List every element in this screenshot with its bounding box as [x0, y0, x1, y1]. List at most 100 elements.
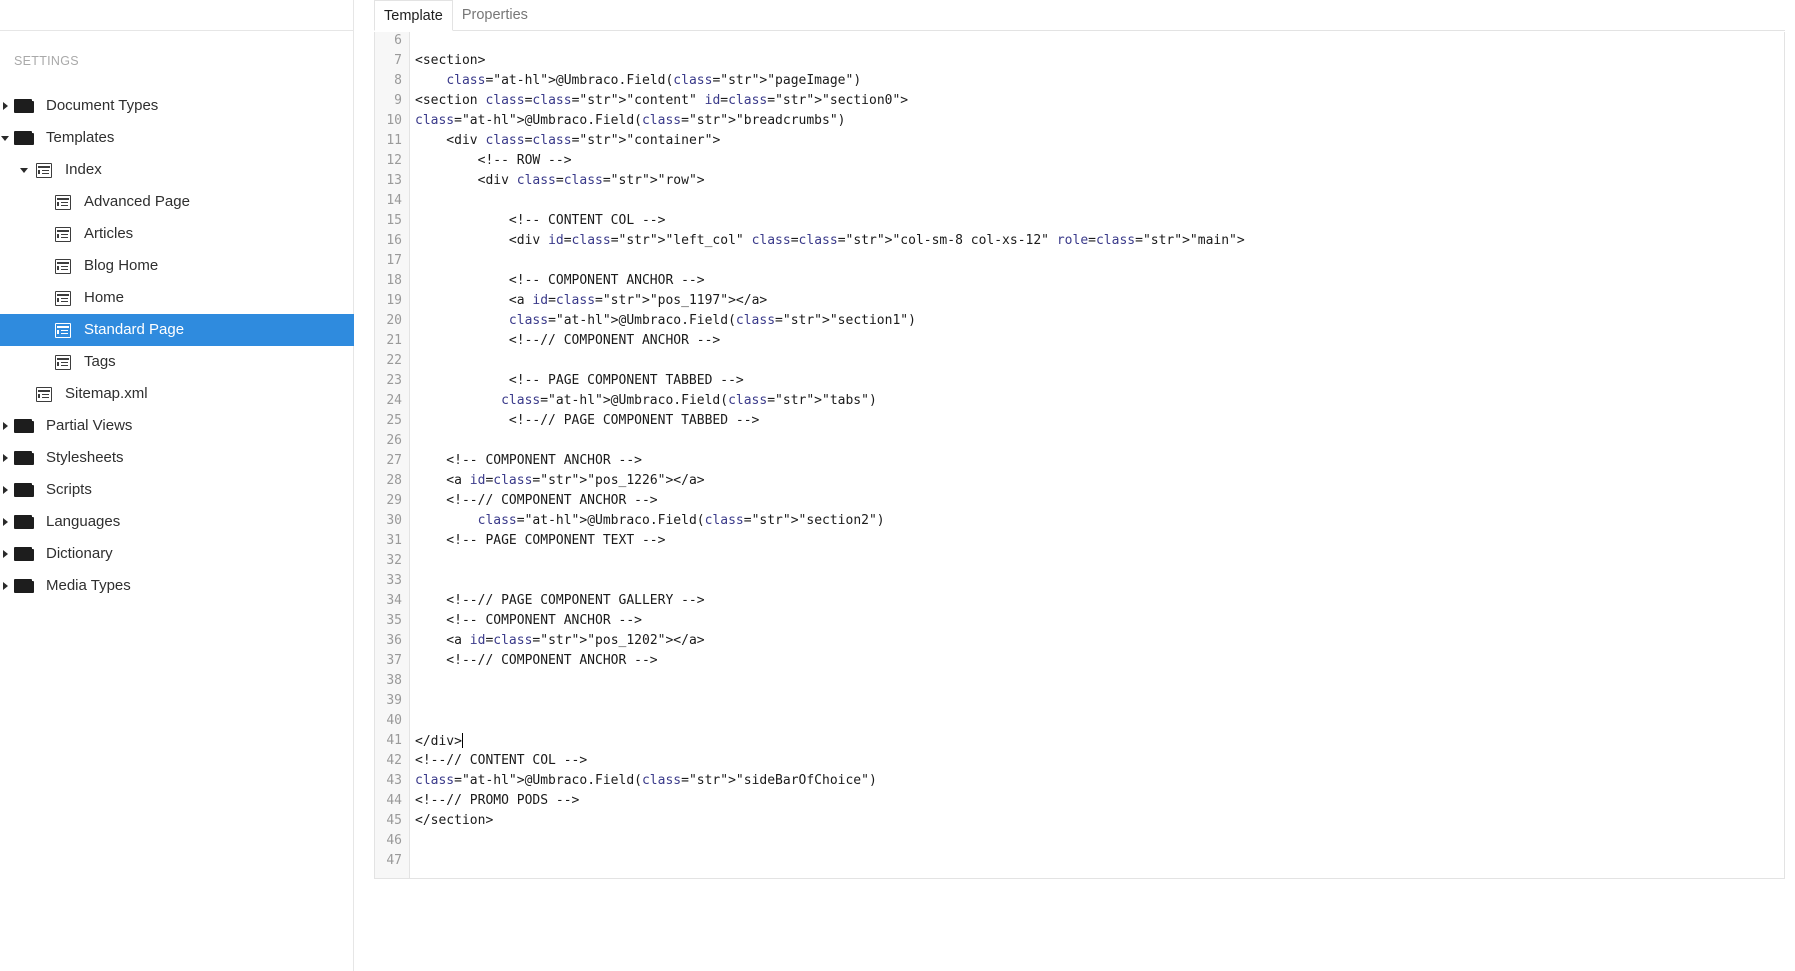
- caret-down-icon[interactable]: [1, 136, 9, 141]
- line-number: 25: [386, 413, 402, 428]
- code-line[interactable]: <div class=class="str">"container">: [415, 133, 720, 148]
- line-number: 28: [386, 473, 402, 488]
- tree-item-partial-views[interactable]: Partial Views: [0, 410, 354, 442]
- tree-item-label: Templates: [46, 129, 115, 146]
- tab-properties[interactable]: Properties: [453, 0, 537, 31]
- tab-template[interactable]: Template: [374, 0, 453, 31]
- line-number: 30: [386, 513, 402, 528]
- folder-icon: [14, 99, 34, 113]
- tree-item-stylesheets[interactable]: Stylesheets: [0, 442, 354, 474]
- line-number-gutter: 6 7 8 9 10 11 12 13 14 15 16 17 18 19 20 21 22 23 24 25 26 27…: [375, 32, 410, 878]
- line-number: 14: [386, 193, 402, 208]
- folder-icon: [14, 515, 34, 529]
- line-number: 40: [386, 713, 402, 728]
- line-number: 11: [386, 133, 402, 148]
- line-number: 44: [386, 793, 402, 808]
- code-line[interactable]: <a id=class="str">"pos_1226"></a>: [415, 473, 704, 488]
- code-line[interactable]: <!-- COMPONENT ANCHOR -->: [415, 273, 705, 288]
- code-line[interactable]: <a id=class="str">"pos_1197"></a>: [415, 293, 767, 308]
- code-line[interactable]: <!--// PAGE COMPONENT GALLERY -->: [415, 593, 704, 608]
- line-number: 34: [386, 593, 402, 608]
- tree-item-label: Stylesheets: [46, 449, 124, 466]
- caret-right-icon[interactable]: [3, 486, 8, 494]
- tree-item-label: Sitemap.xml: [65, 385, 148, 402]
- line-number: 45: [386, 813, 402, 828]
- editor-tabs: Template Properties: [374, 0, 1785, 31]
- code-line[interactable]: class="at-hl">@Umbraco.Field(class="str"…: [415, 773, 877, 788]
- line-number: 12: [386, 153, 402, 168]
- tree-item-index[interactable]: Index: [0, 154, 354, 186]
- tree-item-label: Languages: [46, 513, 121, 530]
- tree-item-languages[interactable]: Languages: [0, 506, 354, 538]
- tree-item-media-types[interactable]: Media Types: [0, 570, 354, 602]
- code-line[interactable]: <section class=class="str">"content" id=…: [415, 93, 908, 108]
- code-line[interactable]: <a id=class="str">"pos_1202"></a>: [415, 633, 704, 648]
- tree-item-articles[interactable]: Articles: [0, 218, 354, 250]
- code-line[interactable]: <!-- CONTENT COL -->: [415, 213, 666, 228]
- tree-item-label: Partial Views: [46, 417, 133, 434]
- code-line[interactable]: <!-- COMPONENT ANCHOR -->: [415, 453, 642, 468]
- code-line[interactable]: </section>: [415, 813, 493, 828]
- line-number: 37: [386, 653, 402, 668]
- code-editor[interactable]: 6 7 8 9 10 11 12 13 14 15 16 17 18 19 20 21 22 23 24 25 26 27…: [374, 32, 1785, 879]
- code-line[interactable]: <!--// COMPONENT ANCHOR -->: [415, 333, 720, 348]
- code-line[interactable]: class="at-hl">@Umbraco.Field(class="str"…: [415, 113, 846, 128]
- code-line[interactable]: class="at-hl">@Umbraco.Field(class="str"…: [415, 393, 877, 408]
- tree-item-blog-home[interactable]: Blog Home: [0, 250, 354, 282]
- tree-item-standard-page[interactable]: Standard Page: [0, 314, 354, 346]
- code-line[interactable]: <!--// PAGE COMPONENT TABBED -->: [415, 413, 759, 428]
- code-line[interactable]: <section>: [415, 53, 485, 68]
- tree-item-label: Media Types: [46, 577, 131, 594]
- line-number: 47: [386, 853, 402, 868]
- code-line[interactable]: </div>: [415, 733, 463, 749]
- template-icon: [36, 387, 52, 402]
- code-line[interactable]: <!-- PAGE COMPONENT TEXT -->: [415, 533, 665, 548]
- caret-right-icon[interactable]: [3, 518, 8, 526]
- code-line[interactable]: class="at-hl">@Umbraco.Field(class="str"…: [415, 73, 861, 88]
- code-line[interactable]: <!--// CONTENT COL -->: [415, 753, 587, 768]
- tree-item-label: Home: [84, 289, 125, 306]
- folder-icon: [14, 131, 34, 145]
- code-line[interactable]: <div id=class="str">"left_col" class=cla…: [415, 233, 1245, 248]
- text-cursor: [461, 733, 463, 748]
- line-number: 23: [386, 373, 402, 388]
- folder-icon: [14, 451, 34, 465]
- tree-item-home[interactable]: Home: [0, 282, 354, 314]
- line-number: 16: [386, 233, 402, 248]
- tree-item-dictionary[interactable]: Dictionary: [0, 538, 354, 570]
- folder-icon: [14, 547, 34, 561]
- tree-item-advanced-page[interactable]: Advanced Page: [0, 186, 354, 218]
- tree-item-sitemap-xml[interactable]: Sitemap.xml: [0, 378, 354, 410]
- template-icon: [55, 323, 71, 338]
- line-number: 7: [394, 53, 402, 68]
- line-number: 24: [386, 393, 402, 408]
- code-line[interactable]: <!--// COMPONENT ANCHOR -->: [415, 493, 657, 508]
- caret-right-icon[interactable]: [3, 102, 8, 110]
- code-line[interactable]: <!--// PROMO PODS -->: [415, 793, 579, 808]
- line-number: 33: [386, 573, 402, 588]
- code-line[interactable]: <!-- COMPONENT ANCHOR -->: [415, 613, 642, 628]
- code-line[interactable]: <!-- PAGE COMPONENT TABBED -->: [415, 373, 744, 388]
- caret-right-icon[interactable]: [3, 422, 8, 430]
- sidebar-top-bar: [0, 0, 353, 31]
- tree-item-label: Articles: [84, 225, 134, 242]
- caret-right-icon[interactable]: [3, 582, 8, 590]
- code-line[interactable]: class="at-hl">@Umbraco.Field(class="str"…: [415, 513, 885, 528]
- tree-item-scripts[interactable]: Scripts: [0, 474, 354, 506]
- sidebar: SETTINGS Document Types Templates Index Adv…: [0, 0, 354, 971]
- code-line[interactable]: <!-- ROW -->: [415, 153, 572, 168]
- caret-down-icon[interactable]: [20, 168, 28, 173]
- tree-item-tags[interactable]: Tags: [0, 346, 354, 378]
- caret-right-icon[interactable]: [3, 454, 8, 462]
- line-number: 31: [386, 533, 402, 548]
- caret-right-icon[interactable]: [3, 550, 8, 558]
- code-line[interactable]: <!--// COMPONENT ANCHOR -->: [415, 653, 657, 668]
- tree-item-templates[interactable]: Templates: [0, 122, 354, 154]
- code-line[interactable]: class="at-hl">@Umbraco.Field(class="str"…: [415, 313, 916, 328]
- line-number: 39: [386, 693, 402, 708]
- line-number: 15: [386, 213, 402, 228]
- line-number: 17: [386, 253, 402, 268]
- tree-item-document-types[interactable]: Document Types: [0, 90, 354, 122]
- code-line[interactable]: <div class=class="str">"row">: [415, 173, 705, 188]
- template-icon: [36, 163, 52, 178]
